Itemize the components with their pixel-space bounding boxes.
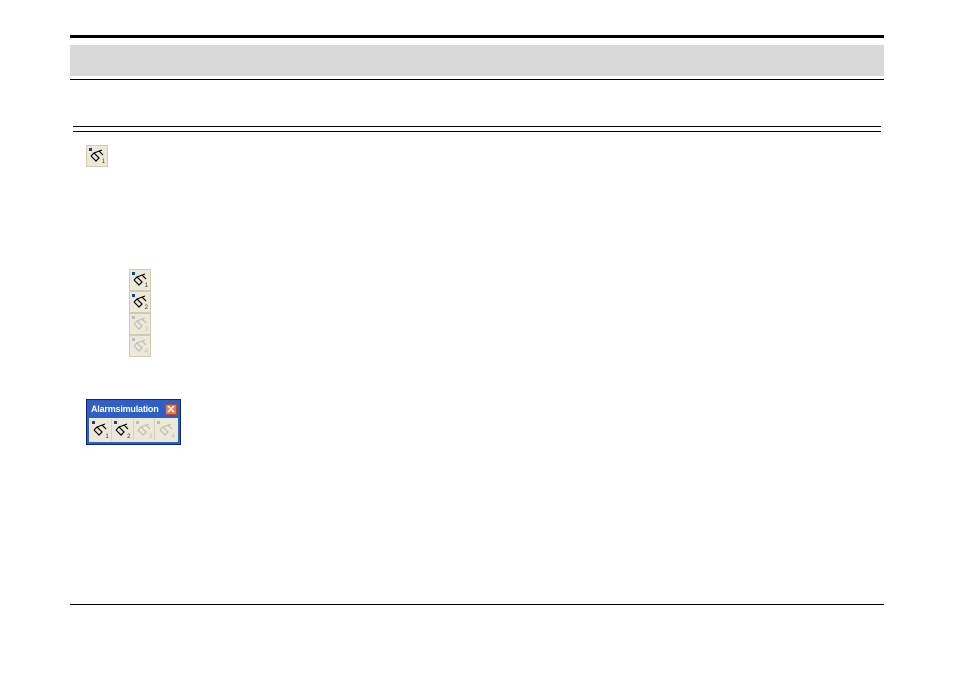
top-rule <box>70 35 884 38</box>
close-icon <box>167 405 175 413</box>
button-number: 3 <box>149 434 152 440</box>
alarm-dot-icon <box>114 421 117 424</box>
alarm-dot-icon <box>136 421 139 424</box>
button-number: 1 <box>105 434 108 440</box>
alarm-dot-icon <box>132 316 135 319</box>
alarm-dot-icon <box>132 294 135 297</box>
page: 1 1 2 <box>0 0 954 675</box>
toolbar-title: Alarmsimulation <box>91 404 159 414</box>
alarm-sim-button-1[interactable]: 1 <box>86 145 108 167</box>
button-number: 1 <box>145 283 148 289</box>
button-number: 4 <box>145 349 148 355</box>
toolbar-body: 1 2 3 <box>89 418 178 442</box>
button-number: 3 <box>145 327 148 333</box>
alarm-sim-button-2[interactable]: 2 <box>129 291 151 313</box>
alarm-dot-icon <box>157 421 160 424</box>
vertical-button-stack: 1 2 3 4 <box>129 269 151 357</box>
button-number: 2 <box>127 434 130 440</box>
close-button[interactable] <box>165 404 177 415</box>
alarm-sim-button-2[interactable]: 2 <box>112 419 134 441</box>
alarm-sim-button-3: 3 <box>129 313 151 335</box>
alarm-sim-button-4: 4 <box>129 335 151 357</box>
banner-bottom-rule <box>70 79 884 80</box>
alarm-dot-icon <box>132 338 135 341</box>
button-number: 2 <box>145 305 148 311</box>
alarm-sim-button-3: 3 <box>134 419 156 441</box>
standalone-alarm-button-wrapper: 1 <box>86 145 108 170</box>
alarm-dot-icon <box>132 272 135 275</box>
alarm-simulation-toolbar[interactable]: Alarmsimulation 1 <box>86 399 181 445</box>
alarm-sim-button-1[interactable]: 1 <box>90 419 112 441</box>
section-double-rule <box>73 126 881 132</box>
alarm-dot-icon <box>89 148 92 151</box>
header-banner <box>70 45 884 76</box>
alarm-sim-button-1[interactable]: 1 <box>129 269 151 291</box>
alarm-dot-icon <box>92 421 95 424</box>
button-number: 1 <box>102 159 105 165</box>
alarm-sim-button-4: 4 <box>155 419 177 441</box>
footer-rule <box>70 604 884 605</box>
toolbar-titlebar[interactable]: Alarmsimulation <box>89 402 178 418</box>
button-number: 4 <box>172 434 175 440</box>
